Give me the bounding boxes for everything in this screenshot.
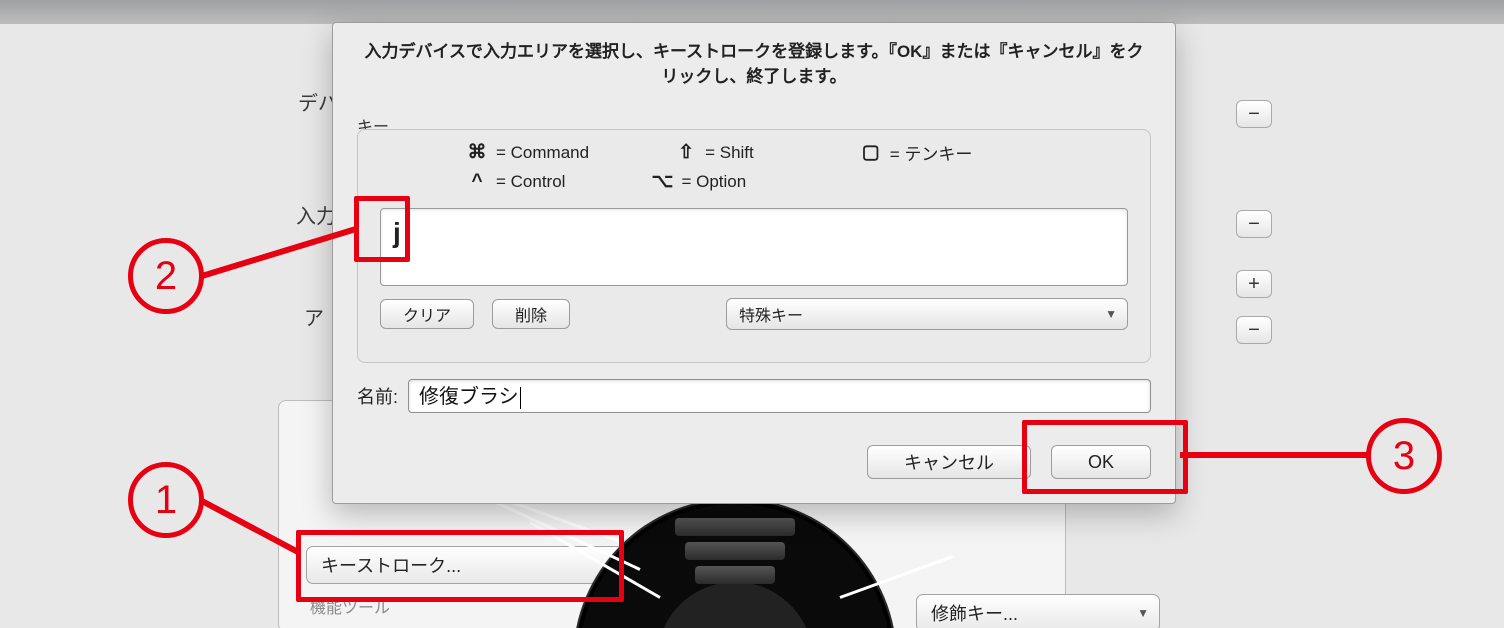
legend-tenkey-text: = テンキー: [890, 140, 973, 165]
control-icon: ^: [466, 171, 488, 193]
annotation-callout-2: 2: [128, 238, 204, 314]
clear-button[interactable]: クリア: [380, 299, 474, 329]
keystroke-dialog: 入力デバイスで入力エリアを選択し、キーストロークを登録します。『OK』または『キ…: [332, 22, 1176, 504]
legend-shift-text: = Shift: [705, 143, 754, 163]
special-keys-dropdown[interactable]: 特殊キー ▼: [726, 298, 1128, 330]
chevron-down-icon: ▼: [1137, 606, 1149, 620]
annotation-callout-1: 1: [128, 462, 204, 538]
bg-minus-button-3[interactable]: −: [1236, 316, 1272, 344]
keystroke-dropdown-label: キーストローク...: [321, 552, 461, 578]
keystroke-value: j: [393, 217, 401, 248]
key-group: ⌘ = Command ⇧ = Shift ▢ = テンキー ^ = Contr…: [357, 129, 1151, 363]
shift-icon: ⇧: [675, 141, 697, 164]
modifier-dropdown[interactable]: 修飾キー... ▼: [916, 594, 1160, 628]
legend-control-text: = Control: [496, 172, 565, 192]
legend-option-text: = Option: [681, 172, 746, 192]
legend-row-2: ^ = Control ⌥ = Option: [466, 170, 746, 193]
bg-minus-button-2[interactable]: −: [1236, 210, 1272, 238]
delete-button[interactable]: 削除: [492, 299, 570, 329]
command-icon: ⌘: [466, 141, 488, 164]
special-keys-label: 特殊キー: [739, 302, 803, 326]
annotation-callout-3: 3: [1366, 418, 1442, 494]
key-buttons-row: クリア 削除 特殊キー ▼: [380, 298, 1128, 330]
cancel-button[interactable]: キャンセル: [867, 445, 1031, 479]
bg-minus-button-1[interactable]: −: [1236, 100, 1272, 128]
legend-row-1: ⌘ = Command ⇧ = Shift ▢ = テンキー: [466, 140, 972, 165]
legend-option: ⌥ = Option: [651, 170, 746, 193]
name-value: 修復ブラシ: [419, 386, 519, 408]
modifier-dropdown-label: 修飾キー...: [931, 600, 1018, 626]
stage: デバイス 入力 ア − − + − キーストローク... ▼ 機能ツール 修飾キ…: [0, 0, 1504, 628]
legend-command-text: = Command: [496, 143, 589, 163]
bg-label-app: ア: [304, 302, 324, 331]
name-row: 名前: 修復ブラシ: [357, 379, 1151, 413]
legend-tenkey: ▢ = テンキー: [860, 140, 973, 165]
annotation-line-3: [1180, 452, 1368, 458]
legend-command: ⌘ = Command: [466, 140, 589, 165]
chevron-down-icon: ▼: [1105, 307, 1117, 321]
legend-control: ^ = Control: [466, 170, 565, 193]
name-input[interactable]: 修復ブラシ: [408, 379, 1151, 413]
dialog-actions: キャンセル OK: [867, 445, 1151, 479]
bg-blurred-label: 機能ツール: [310, 594, 390, 618]
bg-plus-button[interactable]: +: [1236, 270, 1272, 298]
option-icon: ⌥: [651, 170, 673, 193]
text-caret: [520, 387, 521, 409]
legend-shift: ⇧ = Shift: [675, 140, 754, 165]
bg-label-input: 入力: [296, 200, 336, 229]
dialog-instruction: 入力デバイスで入力エリアを選択し、キーストロークを登録します。『OK』または『キ…: [363, 37, 1145, 87]
tenkey-icon: ▢: [860, 141, 882, 164]
name-label: 名前:: [357, 383, 398, 409]
keystroke-input[interactable]: j: [380, 208, 1128, 286]
ok-button[interactable]: OK: [1051, 445, 1151, 479]
